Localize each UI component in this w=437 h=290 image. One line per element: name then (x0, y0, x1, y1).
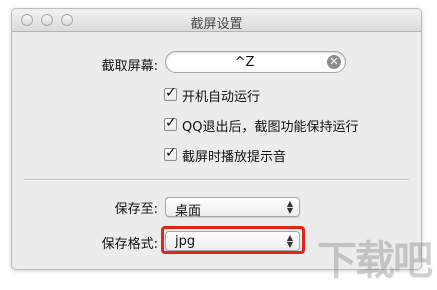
checkmark-icon: ✓ (165, 145, 177, 161)
shortcut-label: 截取屏幕: (101, 59, 158, 74)
shortcut-field[interactable]: ^Z ✕ (165, 51, 346, 73)
watermark: 下载吧 (317, 238, 433, 284)
option-label: 截屏时播放提示音 (182, 150, 287, 165)
checkbox[interactable]: ✓ (164, 85, 177, 101)
clear-icon[interactable]: ✕ (327, 55, 341, 69)
option-label: 开机自动运行 (182, 90, 261, 105)
save-to-label: 保存至: (114, 202, 158, 217)
save-to-value: 桌面 (175, 204, 202, 219)
checkbox[interactable]: ✓ (164, 115, 177, 131)
checkmark-icon: ✓ (165, 85, 177, 101)
shortcut-value: ^Z (234, 55, 255, 70)
checkmark-icon: ✓ (165, 115, 177, 131)
window-title: 截屏设置 (190, 17, 243, 32)
up-down-arrows-icon: ▲ ▼ (286, 199, 293, 215)
title-bar: 截屏设置 (12, 9, 421, 32)
highlight-box (161, 226, 305, 254)
option-label: QQ退出后，截图功能保持运行 (182, 120, 359, 135)
divider (24, 179, 409, 181)
save-format-label: 保存格式: (101, 237, 158, 252)
save-to-select[interactable]: 桌面 ▲ ▼ (165, 197, 300, 219)
checkbox[interactable]: ✓ (164, 145, 177, 161)
